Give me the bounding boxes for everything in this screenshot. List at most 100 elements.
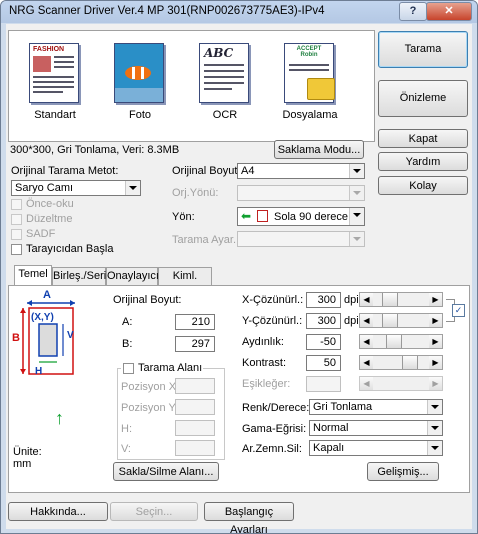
sadf-label: SADF [26, 228, 56, 240]
mode-standart[interactable]: FASHION Standart [15, 39, 95, 129]
chevron-down-icon [349, 164, 364, 178]
save-mode-button[interactable]: Saklama Modu... [274, 140, 364, 159]
unit-value: mm [13, 458, 32, 470]
bg-remove-label: Ar.Zemn.Sil: [242, 443, 302, 455]
contrast-slider[interactable]: ◀ ▶ [359, 355, 443, 370]
link-resolution-checkbox[interactable]: ✓ [452, 304, 465, 317]
x-resolution-slider[interactable]: ◀ ▶ [359, 292, 443, 307]
slider-left-icon[interactable]: ◀ [360, 293, 373, 306]
slider-thumb[interactable] [402, 356, 418, 369]
tab-merge-series[interactable]: Birleş./Seri [52, 267, 106, 285]
select-button[interactable]: Seçin... [110, 502, 198, 521]
scan-area-checkbox[interactable] [123, 363, 134, 374]
thumb-filing-text: ACCEPT Robin [296, 46, 322, 58]
arrow-up-icon: ↑ [55, 408, 64, 428]
scan-setting-select[interactable] [237, 231, 365, 247]
original-size-select[interactable]: A4 [237, 163, 365, 179]
mode-label: OCR [212, 109, 238, 121]
close-button[interactable]: Kapat [378, 129, 468, 148]
page-icon [257, 210, 268, 222]
area-h-input[interactable] [175, 420, 215, 436]
scan-setting-label: Tarama Ayar.: [172, 234, 240, 246]
pos-x-label: Pozisyon X: [121, 381, 180, 393]
pos-y-input[interactable] [175, 399, 215, 415]
scanner-window: NRG Scanner Driver Ver.4 MP 301(RNP00267… [0, 0, 478, 534]
scan-method-value: Saryo Camı [15, 182, 74, 194]
pre-read-label: Önce-oku [26, 198, 74, 210]
slider-left-icon[interactable]: ◀ [360, 356, 373, 369]
easy-button[interactable]: Kolay [378, 176, 468, 195]
correction-checkbox[interactable] [11, 214, 22, 225]
scan-method-select[interactable]: Saryo Camı [11, 180, 141, 196]
correction-label: Düzeltme [26, 213, 73, 225]
about-button[interactable]: Hakkında... [8, 502, 108, 521]
photo-icon [114, 43, 164, 103]
bg-remove-select[interactable]: Kapalı [309, 440, 443, 456]
slider-right-icon[interactable]: ▶ [429, 293, 442, 306]
threshold-slider[interactable]: ◀ ▶ [359, 376, 443, 391]
sadf-checkbox[interactable] [11, 229, 22, 240]
start-from-scanner-checkbox[interactable] [11, 244, 22, 255]
mode-label: Dosyalama [282, 109, 338, 121]
x-resolution-input[interactable]: 300 [306, 292, 341, 308]
mode-dosyalama[interactable]: ACCEPT Robin Dosyalama [270, 39, 350, 129]
tab-temel[interactable]: Temel [14, 265, 52, 285]
y-resolution-input[interactable]: 300 [306, 313, 341, 329]
width-a-label: A: [122, 316, 133, 328]
y-resolution-slider[interactable]: ◀ ▶ [359, 313, 443, 328]
gamma-select[interactable]: Normal [309, 420, 443, 436]
slider-left-icon[interactable]: ◀ [360, 335, 373, 348]
slider-left-icon[interactable]: ◀ [360, 377, 373, 390]
color-value: Gri Tonlama [313, 401, 373, 413]
save-delete-area-button[interactable]: Sakla/Silme Alanı... [113, 462, 219, 481]
help-button[interactable]: Yardım [378, 152, 468, 171]
slider-right-icon[interactable]: ▶ [429, 377, 442, 390]
contrast-label: Kontrast: [242, 357, 287, 369]
color-label: Renk/Derece: [242, 402, 310, 414]
help-title-button[interactable]: ? [399, 2, 427, 21]
pre-read-checkbox[interactable] [11, 199, 22, 210]
slider-thumb[interactable] [382, 314, 398, 327]
direction-label: Yön: [172, 211, 195, 223]
tab-approver[interactable]: Onaylayıcı [106, 267, 159, 285]
chevron-down-icon [125, 181, 140, 195]
slider-thumb[interactable] [386, 335, 402, 348]
dialog-client: FASHION Standart Foto ABC OCR ACCEPT Rob… [6, 24, 472, 533]
pos-x-input[interactable] [175, 378, 215, 394]
initial-settings-button[interactable]: Başlangıç Ayarları [204, 502, 294, 533]
mode-ocr[interactable]: ABC OCR [185, 39, 265, 129]
orig-size-fields-label: Orijinal Boyut: [113, 294, 182, 306]
slider-right-icon[interactable]: ▶ [429, 356, 442, 369]
folder-icon: ACCEPT Robin [284, 43, 335, 103]
mode-label: Standart [34, 109, 76, 121]
close-title-button[interactable]: ✕ [426, 2, 472, 21]
dim-v-label: V [67, 330, 74, 341]
original-size-value: A4 [241, 165, 255, 177]
dim-b-label: B [12, 332, 20, 344]
threshold-input[interactable] [306, 376, 341, 392]
orig-direction-label: Orj.Yönü: [172, 187, 219, 199]
scan-area-legend: Tarama Alanı [121, 362, 203, 375]
color-select[interactable]: Gri Tonlama [309, 399, 443, 415]
slider-right-icon[interactable]: ▶ [429, 314, 442, 327]
tarama-button[interactable]: Tarama [378, 31, 468, 68]
mode-foto[interactable]: Foto [100, 39, 180, 129]
slider-thumb[interactable] [382, 293, 398, 306]
brightness-slider[interactable]: ◀ ▶ [359, 334, 443, 349]
brightness-input[interactable]: -50 [306, 334, 341, 350]
contrast-input[interactable]: 50 [306, 355, 341, 371]
direction-value: Sola 90 derece [274, 211, 348, 223]
orig-direction-select[interactable] [237, 185, 365, 201]
slider-left-icon[interactable]: ◀ [360, 314, 373, 327]
advanced-button[interactable]: Gelişmiş... [367, 462, 439, 481]
direction-select[interactable]: ⬅ Sola 90 derece [237, 207, 365, 226]
tab-authentication[interactable]: Kiml. Doğr. [158, 267, 212, 299]
x-resolution-label: X-Çözünürl.: [242, 294, 304, 306]
width-a-input[interactable]: 210 [175, 314, 215, 330]
slider-right-icon[interactable]: ▶ [429, 335, 442, 348]
scan-area-label: Tarama Alanı [138, 362, 203, 374]
area-v-input[interactable] [175, 440, 215, 456]
preview-button[interactable]: Önizleme [378, 80, 468, 117]
height-b-input[interactable]: 297 [175, 336, 215, 352]
title-bar[interactable]: NRG Scanner Driver Ver.4 MP 301(RNP00267… [1, 1, 477, 23]
